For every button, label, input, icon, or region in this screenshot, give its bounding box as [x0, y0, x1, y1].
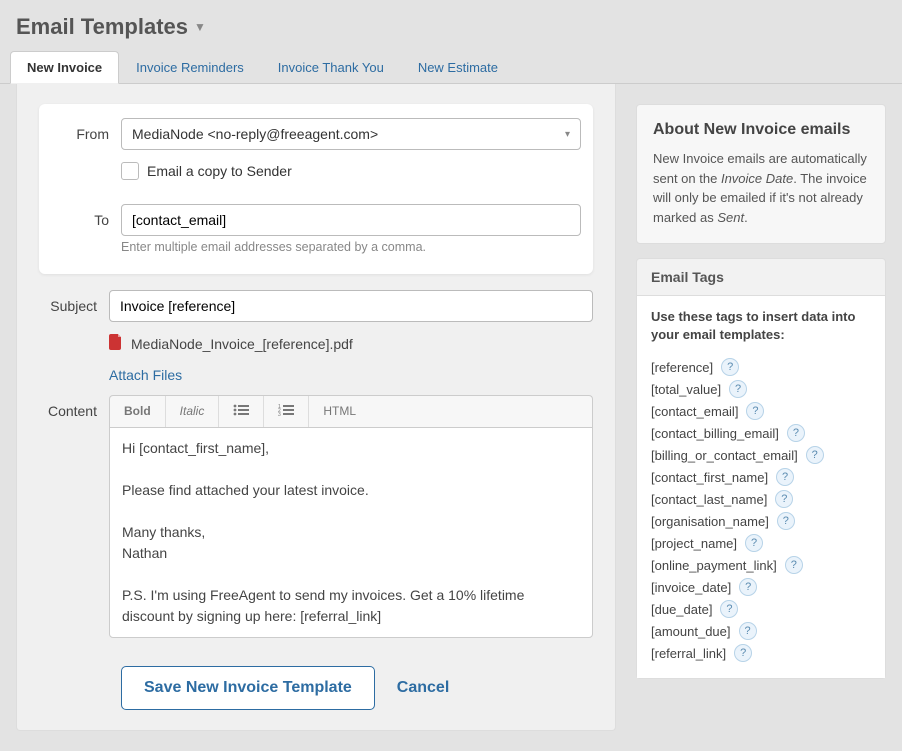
about-panel: About New Invoice emails New Invoice ema…	[636, 104, 886, 244]
tab-invoice-reminders[interactable]: Invoice Reminders	[119, 51, 261, 84]
tabs-bar: New InvoiceInvoice RemindersInvoice Than…	[0, 50, 902, 84]
attachment-row: MediaNode_Invoice_[reference].pdf Attach…	[39, 332, 593, 383]
caret-down-icon: ▼	[194, 20, 206, 34]
email-tags-list: [reference]?[total_value]?[contact_email…	[651, 356, 871, 664]
main-area: From MediaNode <no-reply@freeagent.com> …	[0, 84, 902, 751]
email-tag-value: [reference]	[651, 360, 713, 375]
email-tags-panel: Email Tags Use these tags to insert data…	[636, 258, 886, 679]
email-tag-value: [invoice_date]	[651, 580, 731, 595]
help-icon[interactable]: ?	[777, 512, 795, 530]
page-title-row[interactable]: Email Templates ▼	[0, 0, 902, 50]
email-tag-item: [due_date]?	[651, 598, 871, 620]
help-icon[interactable]: ?	[776, 468, 794, 486]
numbered-list-icon: 123	[278, 404, 294, 416]
help-icon[interactable]: ?	[729, 380, 747, 398]
from-select[interactable]: MediaNode <no-reply@freeagent.com> ▾	[121, 118, 581, 150]
from-value: MediaNode <no-reply@freeagent.com>	[132, 126, 378, 142]
email-tag-value: [amount_due]	[651, 624, 731, 639]
email-tag-value: [contact_billing_email]	[651, 426, 779, 441]
action-row: Save New Invoice Template Cancel	[39, 666, 593, 710]
numbered-list-button[interactable]: 123	[264, 396, 309, 427]
side-column: About New Invoice emails New Invoice ema…	[636, 84, 886, 731]
email-tag-value: [project_name]	[651, 536, 737, 551]
email-tag-value: [contact_first_name]	[651, 470, 768, 485]
email-tag-item: [contact_first_name]?	[651, 466, 871, 488]
tab-new-estimate[interactable]: New Estimate	[401, 51, 515, 84]
subject-row: Subject	[39, 290, 593, 322]
email-tag-value: [total_value]	[651, 382, 721, 397]
email-tag-value: [contact_last_name]	[651, 492, 767, 507]
help-icon[interactable]: ?	[787, 424, 805, 442]
from-label: From	[51, 118, 121, 142]
email-tag-value: [due_date]	[651, 602, 712, 617]
bulleted-list-icon	[233, 404, 249, 416]
email-tag-value: [billing_or_contact_email]	[651, 448, 798, 463]
help-icon[interactable]: ?	[734, 644, 752, 662]
bold-button[interactable]: Bold	[110, 396, 166, 427]
email-tag-item: [referral_link]?	[651, 642, 871, 664]
about-body: New Invoice emails are automatically sen…	[653, 149, 869, 227]
email-tag-item: [contact_email]?	[651, 400, 871, 422]
email-tag-item: [amount_due]?	[651, 620, 871, 642]
to-hint: Enter multiple email addresses separated…	[121, 236, 581, 254]
help-icon[interactable]: ?	[739, 578, 757, 596]
to-label: To	[51, 204, 121, 228]
attachment-name: MediaNode_Invoice_[reference].pdf	[131, 336, 353, 352]
email-tag-item: [project_name]?	[651, 532, 871, 554]
from-row: From MediaNode <no-reply@freeagent.com> …	[51, 118, 581, 194]
email-tags-intro: Use these tags to insert data into your …	[651, 308, 871, 344]
help-icon[interactable]: ?	[721, 358, 739, 376]
email-tag-item: [online_payment_link]?	[651, 554, 871, 576]
email-tag-item: [contact_last_name]?	[651, 488, 871, 510]
attach-files-link[interactable]: Attach Files	[109, 359, 593, 383]
email-tag-value: [organisation_name]	[651, 514, 769, 529]
content-label: Content	[39, 395, 109, 419]
help-icon[interactable]: ?	[746, 402, 764, 420]
email-tag-item: [billing_or_contact_email]?	[651, 444, 871, 466]
email-copy-checkbox[interactable]	[121, 162, 139, 180]
form-panel: From MediaNode <no-reply@freeagent.com> …	[16, 84, 616, 731]
email-tag-item: [contact_billing_email]?	[651, 422, 871, 444]
from-to-block: From MediaNode <no-reply@freeagent.com> …	[39, 104, 593, 274]
content-editor[interactable]: Hi [contact_first_name], Please find att…	[109, 427, 593, 638]
email-copy-label: Email a copy to Sender	[147, 163, 292, 179]
content-row: Content Bold Italic 123 HTML Hi [contact…	[39, 395, 593, 638]
bulleted-list-button[interactable]	[219, 396, 264, 427]
email-tags-header: Email Tags	[637, 259, 885, 296]
to-input[interactable]	[121, 204, 581, 236]
cancel-button[interactable]: Cancel	[397, 679, 449, 697]
email-tag-item: [reference]?	[651, 356, 871, 378]
email-tag-item: [invoice_date]?	[651, 576, 871, 598]
svg-text:3: 3	[278, 412, 281, 416]
email-tag-value: [contact_email]	[651, 404, 738, 419]
tab-invoice-thank-you[interactable]: Invoice Thank You	[261, 51, 401, 84]
subject-label: Subject	[39, 290, 109, 314]
editor-toolbar: Bold Italic 123 HTML	[109, 395, 593, 427]
help-icon[interactable]: ?	[720, 600, 738, 618]
email-tag-value: [referral_link]	[651, 646, 726, 661]
about-title: About New Invoice emails	[653, 121, 869, 139]
email-tag-value: [online_payment_link]	[651, 558, 777, 573]
help-icon[interactable]: ?	[806, 446, 824, 464]
page-title: Email Templates	[16, 14, 188, 40]
to-row: To Enter multiple email addresses separa…	[51, 204, 581, 254]
help-icon[interactable]: ?	[739, 622, 757, 640]
email-tag-item: [organisation_name]?	[651, 510, 871, 532]
save-button[interactable]: Save New Invoice Template	[121, 666, 375, 710]
help-icon[interactable]: ?	[745, 534, 763, 552]
html-button[interactable]: HTML	[309, 396, 370, 427]
subject-input[interactable]	[109, 290, 593, 322]
email-tag-item: [total_value]?	[651, 378, 871, 400]
help-icon[interactable]: ?	[785, 556, 803, 574]
help-icon[interactable]: ?	[775, 490, 793, 508]
pdf-icon	[109, 334, 123, 353]
tab-new-invoice[interactable]: New Invoice	[10, 51, 119, 84]
chevron-down-icon: ▾	[565, 129, 570, 140]
italic-button[interactable]: Italic	[166, 396, 220, 427]
email-copy-row: Email a copy to Sender	[121, 162, 581, 180]
